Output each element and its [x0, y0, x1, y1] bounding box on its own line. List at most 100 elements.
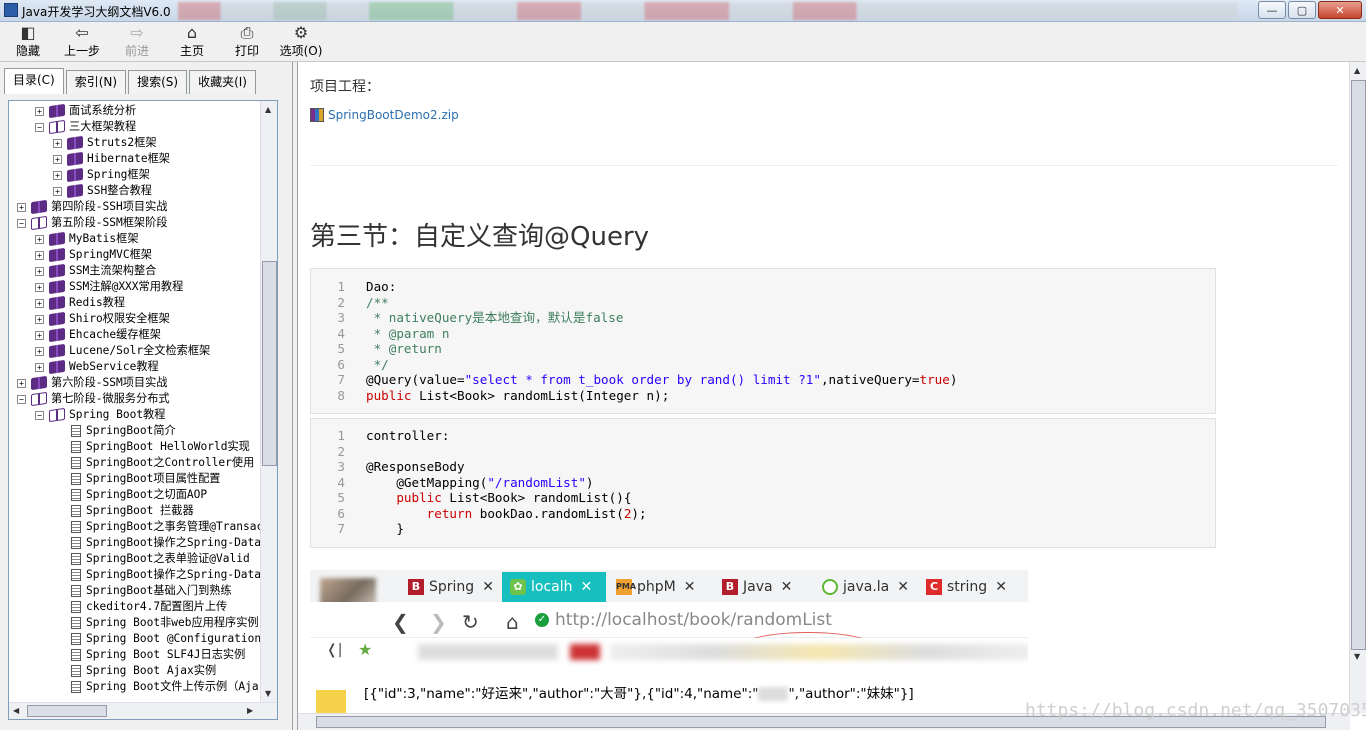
browser-tab-active[interactable]: ✿ localh ✕ — [502, 572, 606, 602]
tree-item[interactable]: + 面试系统分析 — [35, 103, 136, 119]
tree-item[interactable]: SpringBoot操作之Spring-Data-J — [71, 535, 261, 551]
expand-icon[interactable]: + — [35, 106, 44, 116]
tree-item[interactable]: Spring Boot非web应用程序实例 — [71, 615, 259, 631]
close-tab-icon[interactable]: ✕ — [482, 572, 494, 602]
scroll-left-icon[interactable]: ◀ — [13, 706, 19, 715]
tree-item[interactable]: + SSH整合教程 — [53, 183, 152, 199]
browser-tab[interactable]: C string ✕ — [918, 572, 1026, 602]
forward-button[interactable]: ⇨ 前进 — [122, 24, 152, 60]
scroll-up-icon[interactable]: ▲ — [265, 105, 271, 114]
tree-item[interactable]: SpringBoot操作之Spring-Data-J — [71, 567, 261, 583]
browser-tab[interactable]: java.la ✕ — [814, 572, 918, 602]
collapse-icon[interactable]: ❬| — [326, 642, 342, 658]
expand-icon[interactable]: + — [35, 266, 44, 276]
expand-icon[interactable]: + — [35, 346, 44, 356]
tree-item[interactable]: + 第六阶段-SSM项目实战 — [17, 375, 167, 391]
tree-vertical-scrollbar[interactable]: ▲ ▼ — [260, 101, 277, 705]
options-button[interactable]: ⚙ 选项(O) — [279, 24, 323, 60]
expand-icon[interactable]: + — [53, 154, 62, 164]
tree-item[interactable]: SpringBoot基础入门到熟练 — [71, 583, 232, 599]
tree-item[interactable]: + 第四阶段-SSH项目实战 — [17, 199, 167, 215]
tree-item[interactable]: + MyBatis框架 — [35, 231, 139, 247]
minimize-button[interactable]: — — [1258, 1, 1286, 19]
expand-icon[interactable]: + — [35, 282, 44, 292]
tree-item[interactable]: SpringBoot之切面AOP — [71, 487, 207, 503]
expand-icon[interactable]: + — [35, 330, 44, 340]
close-tab-icon[interactable]: ✕ — [995, 572, 1007, 602]
tree-item[interactable]: SpringBoot之Controller使用 — [71, 455, 254, 471]
tree-item[interactable]: + Struts2框架 — [53, 135, 157, 151]
scroll-down-icon[interactable]: ▼ — [1354, 652, 1360, 661]
scroll-down-icon[interactable]: ▼ — [265, 689, 271, 698]
tree-item[interactable]: − 三大框架教程 — [35, 119, 136, 135]
zip-download-link[interactable]: SpringBootDemo2.zip — [310, 108, 459, 122]
collapse-icon[interactable]: − — [17, 218, 26, 228]
collapse-icon[interactable]: − — [35, 122, 44, 132]
tree-item[interactable]: + Redis教程 — [35, 295, 125, 311]
tab-contents[interactable]: 目录(C) — [4, 68, 64, 94]
url-field[interactable]: ✓ http://localhost/book/randomList — [535, 608, 1025, 632]
tree-item[interactable]: − 第五阶段-SSM框架阶段 — [17, 215, 167, 231]
tree-item[interactable]: ckeditor4.7配置图片上传 — [71, 599, 227, 615]
tree-scroll-thumb[interactable] — [262, 261, 277, 466]
tree-horizontal-scrollbar[interactable]: ◀ ▶ — [9, 702, 277, 719]
tree-item[interactable]: SpringBoot项目属性配置 — [71, 471, 220, 487]
browser-tab[interactable]: B Java ✕ — [714, 572, 812, 602]
tree-item[interactable]: + SSM注解@XXX常用教程 — [35, 279, 183, 295]
browser-tab[interactable]: B Spring ✕ — [400, 572, 500, 602]
tree-item[interactable]: + SpringMVC框架 — [35, 247, 152, 263]
tree-item[interactable]: Spring Boot文件上传示例（Aja — [71, 679, 259, 695]
home-icon[interactable]: ⌂ — [506, 610, 519, 634]
expand-icon[interactable]: + — [35, 250, 44, 260]
expand-icon[interactable]: + — [35, 298, 44, 308]
expand-icon[interactable]: + — [35, 314, 44, 324]
tree-item[interactable]: + SSM主流架构整合 — [35, 263, 156, 279]
tree-item[interactable]: + Spring框架 — [53, 167, 150, 183]
expand-icon[interactable]: + — [17, 202, 26, 212]
tree-item[interactable]: + Hibernate框架 — [53, 151, 170, 167]
tab-index[interactable]: 索引(N) — [65, 70, 127, 94]
tab-favorites[interactable]: 收藏夹(I) — [189, 70, 256, 94]
expand-icon[interactable]: + — [53, 186, 62, 196]
tree-item[interactable]: SpringBoot HelloWorld实现 — [71, 439, 250, 455]
expand-icon[interactable]: + — [35, 234, 44, 244]
back-icon[interactable]: ❮ — [392, 610, 409, 634]
back-button[interactable]: ⇦ 上一步 — [62, 24, 102, 60]
tab-search[interactable]: 搜索(S) — [128, 70, 188, 94]
home-button[interactable]: ⌂ 主页 — [178, 24, 206, 60]
tree-item[interactable]: SpringBoot简介 — [71, 423, 176, 439]
content-scroll-thumb[interactable] — [1351, 80, 1366, 650]
tree-item[interactable]: SpringBoot 拦截器 — [71, 503, 194, 519]
tree-item[interactable]: Spring Boot @ConfigurationPro — [71, 631, 261, 647]
print-button[interactable]: ⎙ 打印 — [233, 24, 261, 60]
tree-item[interactable]: − 第七阶段-微服务分布式 — [17, 391, 170, 407]
tree-item[interactable]: + Ehcache缓存框架 — [35, 327, 161, 343]
collapse-icon[interactable]: − — [17, 394, 26, 404]
close-tab-icon[interactable]: ✕ — [581, 572, 593, 602]
tree-item[interactable]: Spring Boot Ajax实例 — [71, 663, 216, 679]
close-tab-icon[interactable]: ✕ — [897, 572, 909, 602]
tree-item[interactable]: Spring Boot SLF4J日志实例 — [71, 647, 245, 663]
tree-item[interactable]: SpringBoot之事务管理@Transact — [71, 519, 261, 535]
tree-item[interactable]: + Lucene/Solr全文检索框架 — [35, 343, 210, 359]
tree-item[interactable]: + WebService教程 — [35, 359, 159, 375]
scroll-up-icon[interactable]: ▲ — [1354, 66, 1360, 75]
tree-item[interactable]: SpringBoot之表单验证@Valid — [71, 551, 250, 567]
tree-hscroll-thumb[interactable] — [27, 705, 107, 717]
expand-icon[interactable]: + — [53, 170, 62, 180]
close-tab-icon[interactable]: ✕ — [781, 572, 793, 602]
scroll-right-icon[interactable]: ▶ — [247, 706, 253, 715]
maximize-button[interactable]: ▢ — [1288, 1, 1316, 19]
forward-icon[interactable]: ❯ — [430, 610, 447, 634]
tree-item[interactable]: + Shiro权限安全框架 — [35, 311, 170, 327]
star-bookmark-icon[interactable]: ★ — [358, 640, 372, 659]
hide-button[interactable]: ◧ 隐藏 — [12, 24, 44, 60]
close-button[interactable]: ✕ — [1318, 1, 1362, 19]
collapse-icon[interactable]: − — [35, 410, 44, 420]
close-tab-icon[interactable]: ✕ — [684, 572, 696, 602]
content-vertical-scrollbar[interactable]: ▲ ▼ — [1349, 62, 1366, 713]
browser-tab[interactable]: PMA phpM ✕ — [608, 572, 714, 602]
expand-icon[interactable]: + — [53, 138, 62, 148]
expand-icon[interactable]: + — [17, 378, 26, 388]
reload-icon[interactable]: ↻ — [462, 610, 479, 634]
